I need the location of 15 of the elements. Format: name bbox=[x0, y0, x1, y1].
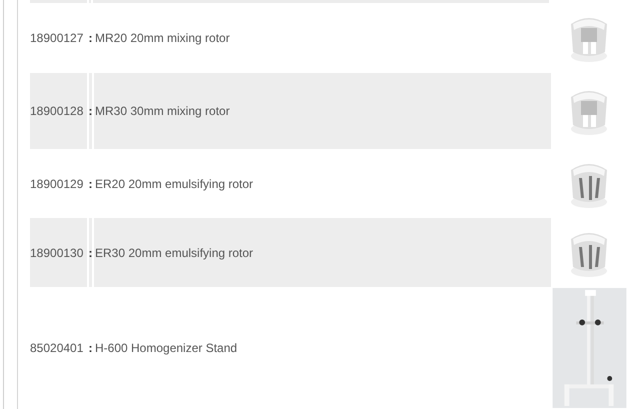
separator-colon: : bbox=[88, 176, 92, 192]
product-code: 18900128 bbox=[30, 103, 84, 120]
product-name: H-600 Homogenizer Stand bbox=[95, 340, 238, 357]
separator-colon: : bbox=[88, 244, 92, 262]
product-code: 85020401 bbox=[30, 340, 84, 357]
product-name: MR20 20mm mixing rotor bbox=[95, 30, 230, 47]
separator-colon: : bbox=[88, 103, 92, 120]
product-code: 18900130 bbox=[30, 244, 84, 262]
product-code: 18900129 bbox=[30, 176, 84, 192]
product-name: MR30 30mm mixing rotor bbox=[95, 103, 230, 120]
product-name: ER20 20mm emulsifying rotor bbox=[95, 176, 254, 192]
product-code: 18900127 bbox=[30, 30, 84, 47]
product-name: ER30 20mm emulsifying rotor bbox=[95, 244, 254, 262]
separator-colon: : bbox=[88, 30, 92, 47]
separator-colon: : bbox=[88, 340, 92, 357]
